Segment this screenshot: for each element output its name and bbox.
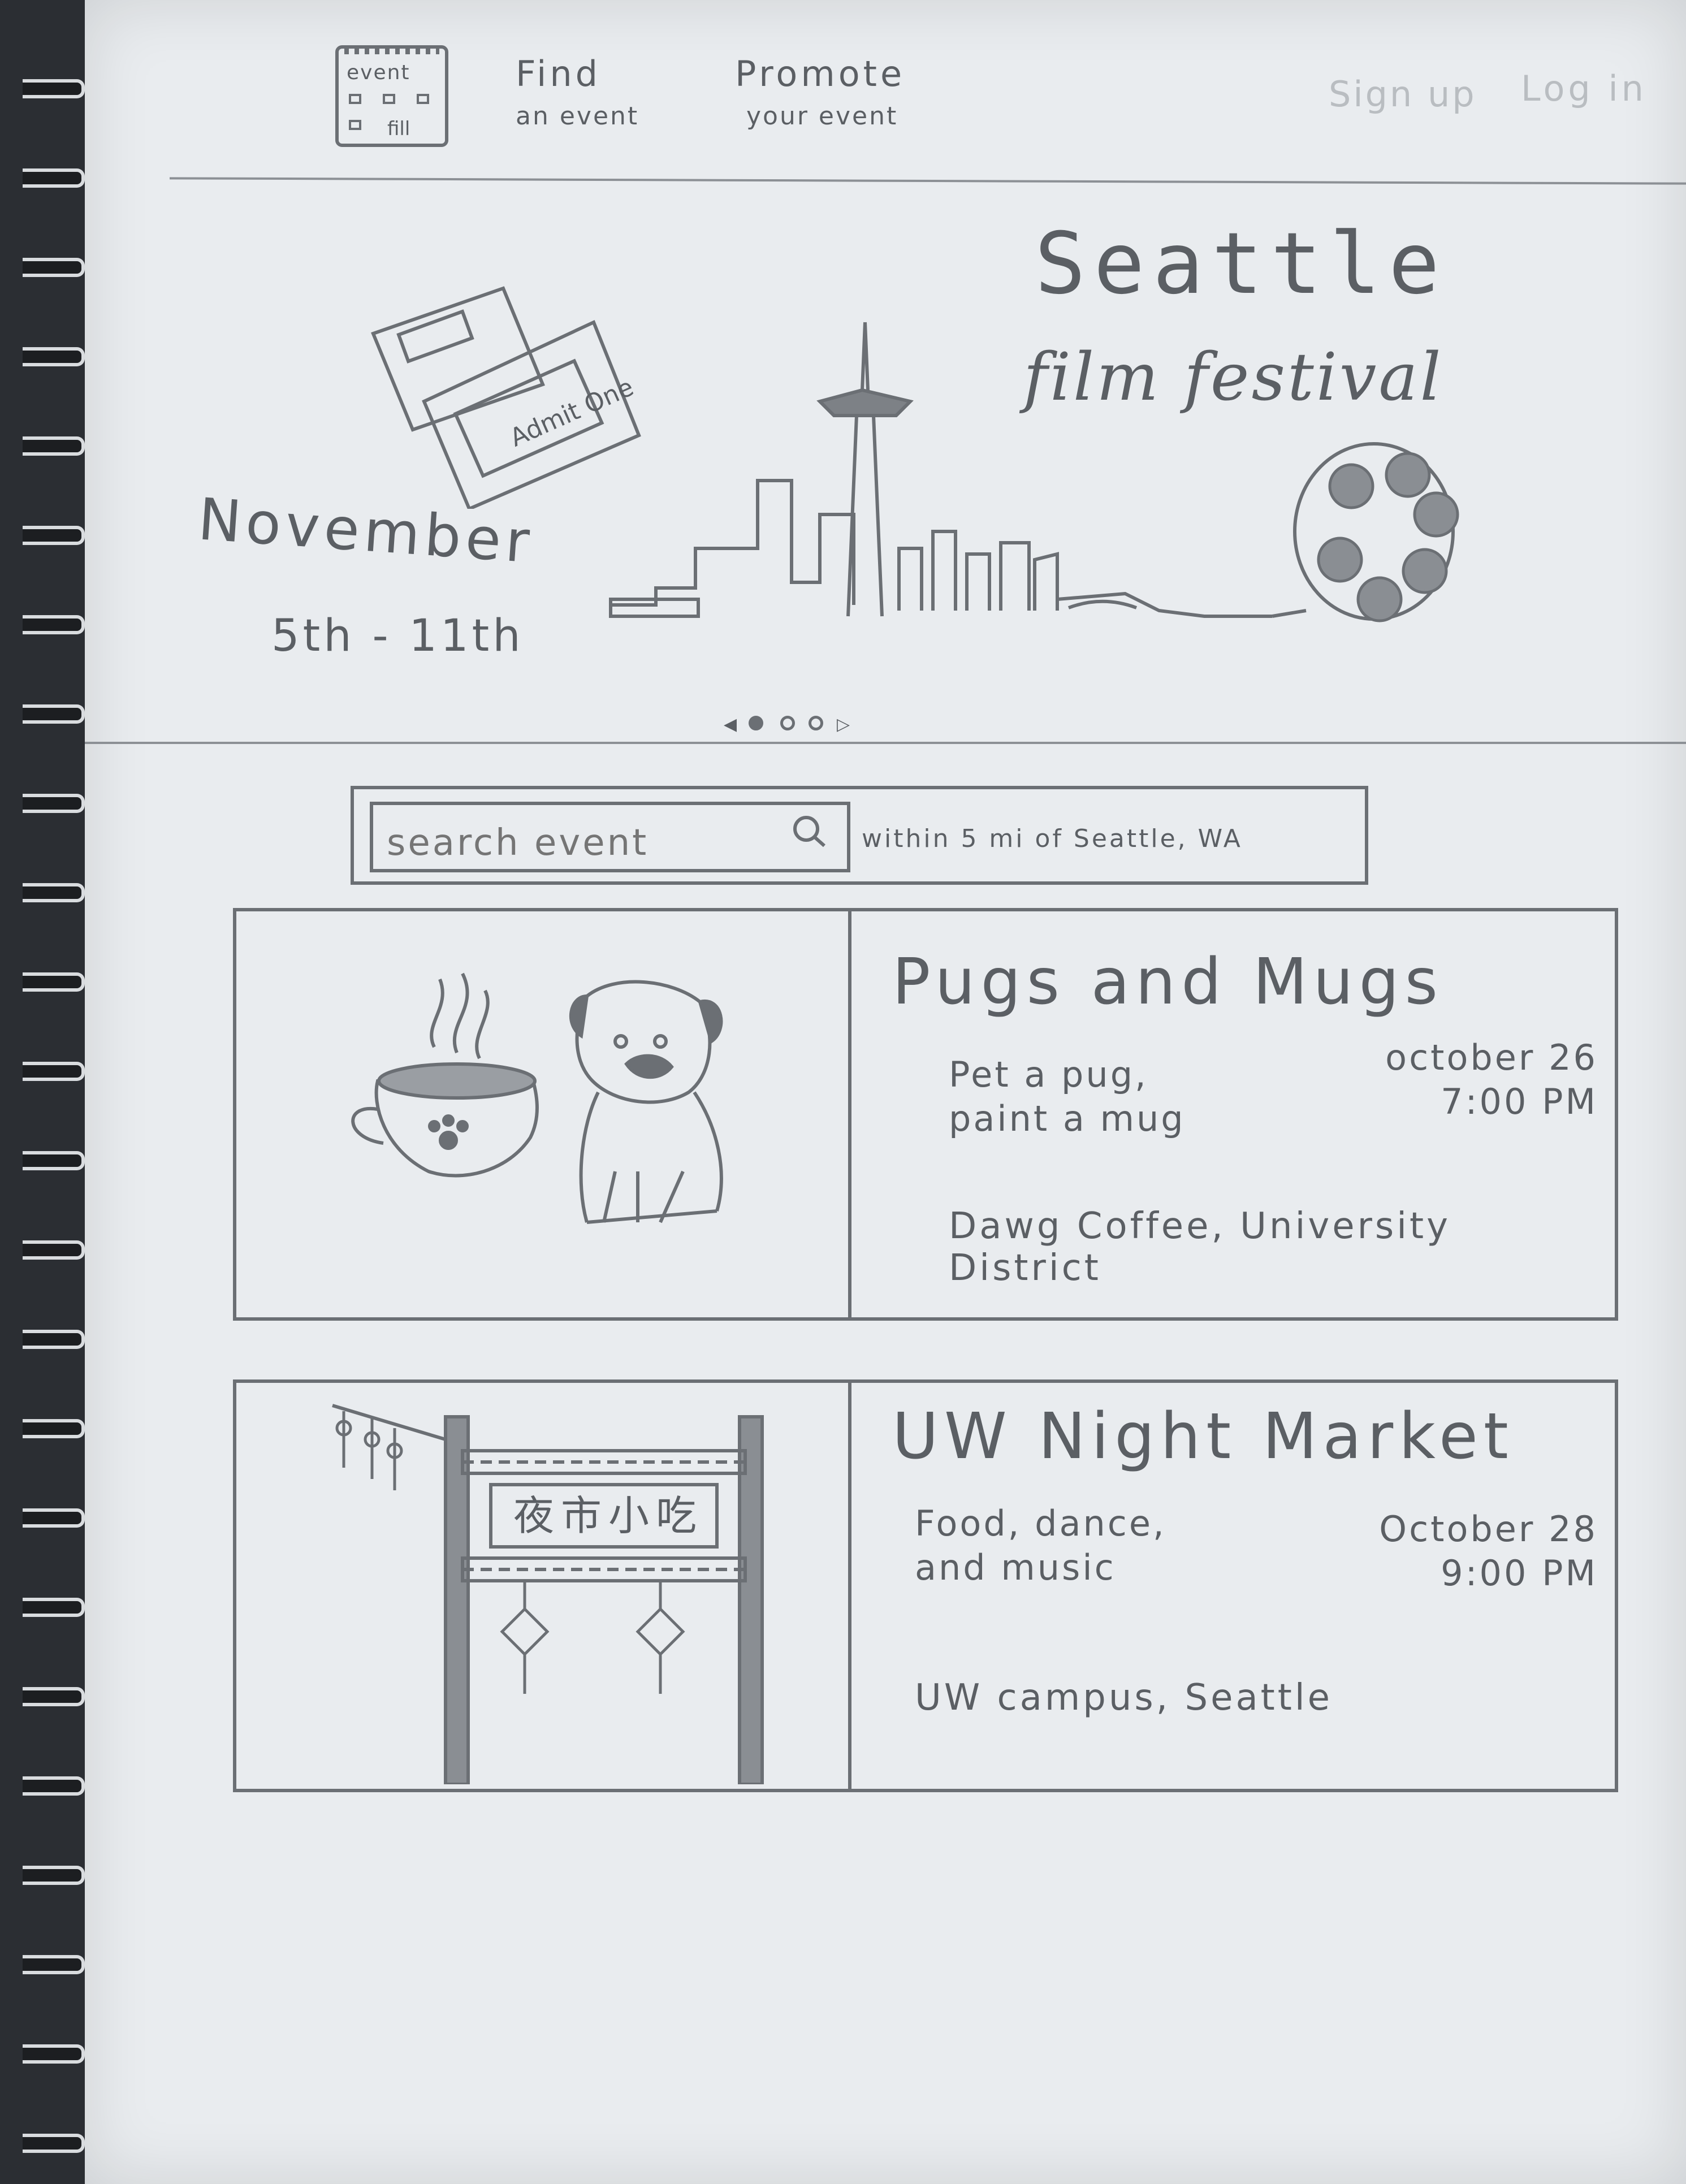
binding-ring (23, 1151, 85, 1170)
binding-ring (23, 1776, 85, 1796)
card-divider (848, 911, 851, 1317)
binding-ring (23, 2044, 85, 2064)
event-description: Food, dance, and music (915, 1503, 1166, 1588)
binding-ring (23, 2134, 85, 2153)
binding-ring (23, 1866, 85, 1885)
binding-ring (23, 436, 85, 456)
binding-ring (23, 347, 85, 366)
card-divider (848, 1383, 851, 1789)
event-card[interactable]: Pugs and Mugs Pet a pug, paint a mug oct… (233, 908, 1618, 1321)
carousel-prev-icon[interactable]: ◀ (724, 715, 737, 734)
carousel-next-icon[interactable]: ▷ (837, 715, 850, 734)
nav-find-sub: an event (516, 102, 639, 131)
binding-ring (23, 79, 85, 98)
carousel-dot[interactable] (809, 716, 823, 730)
event-title[interactable]: Pugs and Mugs (892, 945, 1443, 1019)
event-time: 7:00 PM (1441, 1080, 1598, 1122)
gate-sign-text: 夜市小吃 (513, 1492, 703, 1539)
binding-ring (23, 258, 85, 277)
nav-find-label: Find (516, 53, 602, 94)
binding-ring (23, 704, 85, 724)
hero-date-range: 5th - 11th (271, 611, 524, 661)
nav-promote[interactable]: Promote your event (735, 57, 905, 129)
calendar-rings-icon (344, 45, 439, 54)
event-description: Pet a pug, paint a mug (949, 1054, 1186, 1139)
search-bar: within 5 mi of Seattle, WA (351, 786, 1368, 885)
binding-ring (23, 1955, 85, 1974)
calendar-cell-icon (417, 94, 429, 104)
event-time: 9:00 PM (1441, 1552, 1598, 1594)
calendar-cell-icon (349, 94, 361, 104)
search-location[interactable]: within 5 mi of Seattle, WA (862, 824, 1243, 853)
event-datetime: October 28 9:00 PM (1379, 1507, 1598, 1595)
binding-ring (23, 1240, 85, 1260)
binding-ring (23, 972, 85, 992)
nav-find[interactable]: Find an event (516, 57, 639, 129)
pug-icon (569, 980, 723, 1224)
login-link[interactable]: Log in (1521, 68, 1647, 109)
event-location: UW campus, Seattle (915, 1677, 1333, 1719)
search-icon[interactable] (789, 812, 829, 851)
event-title[interactable]: UW Night Market (892, 1400, 1514, 1473)
paper-page: event fill Find an event Promote your ev… (85, 0, 1686, 2184)
logo[interactable]: event fill (335, 45, 448, 147)
binding-ring (23, 794, 85, 813)
header-divider (170, 177, 1686, 185)
binding-ring (23, 168, 85, 188)
nav-promote-sub: your event (746, 102, 898, 131)
calendar-cell-icon (383, 94, 395, 104)
binding-ring (23, 1687, 85, 1706)
coffee-cup-icon (351, 972, 539, 1178)
binding-ring (23, 615, 85, 634)
binding-ring (23, 1419, 85, 1438)
market-gate-icon (332, 1404, 764, 1784)
logo-sub: fill (387, 118, 410, 140)
event-image: 夜市小吃 (332, 1404, 764, 1784)
nav-promote-label: Promote (735, 53, 906, 94)
logo-text: event (347, 61, 410, 84)
binding-ring (23, 526, 85, 545)
binding-ring (23, 1330, 85, 1349)
calendar-cell-icon (349, 120, 361, 130)
event-image (351, 972, 723, 1224)
signup-link[interactable]: Sign up (1329, 73, 1477, 115)
binding-ring (23, 1598, 85, 1617)
carousel-dot-active[interactable] (749, 716, 763, 730)
search-input[interactable] (370, 802, 850, 872)
notebook-binding (0, 0, 85, 2184)
event-card[interactable]: 夜市小吃 UW Night Market Food, dance, and mu… (233, 1379, 1618, 1792)
film-reel-icon (1293, 442, 1459, 622)
seattle-skyline-icon (609, 322, 1459, 622)
hero-divider (85, 742, 1686, 744)
event-location: Dawg Coffee, University District (949, 1205, 1451, 1289)
binding-ring (23, 1062, 85, 1081)
binding-ring (23, 1508, 85, 1528)
lantern-icon (335, 1411, 685, 1694)
event-date: october 26 (1385, 1037, 1598, 1078)
carousel-controls: ◀ ▷ (724, 712, 871, 735)
event-date: October 28 (1379, 1508, 1598, 1550)
binding-ring (23, 883, 85, 902)
carousel-dot[interactable] (780, 716, 795, 730)
hero-title: Seattle (1035, 215, 1448, 313)
event-datetime: october 26 7:00 PM (1385, 1036, 1598, 1123)
